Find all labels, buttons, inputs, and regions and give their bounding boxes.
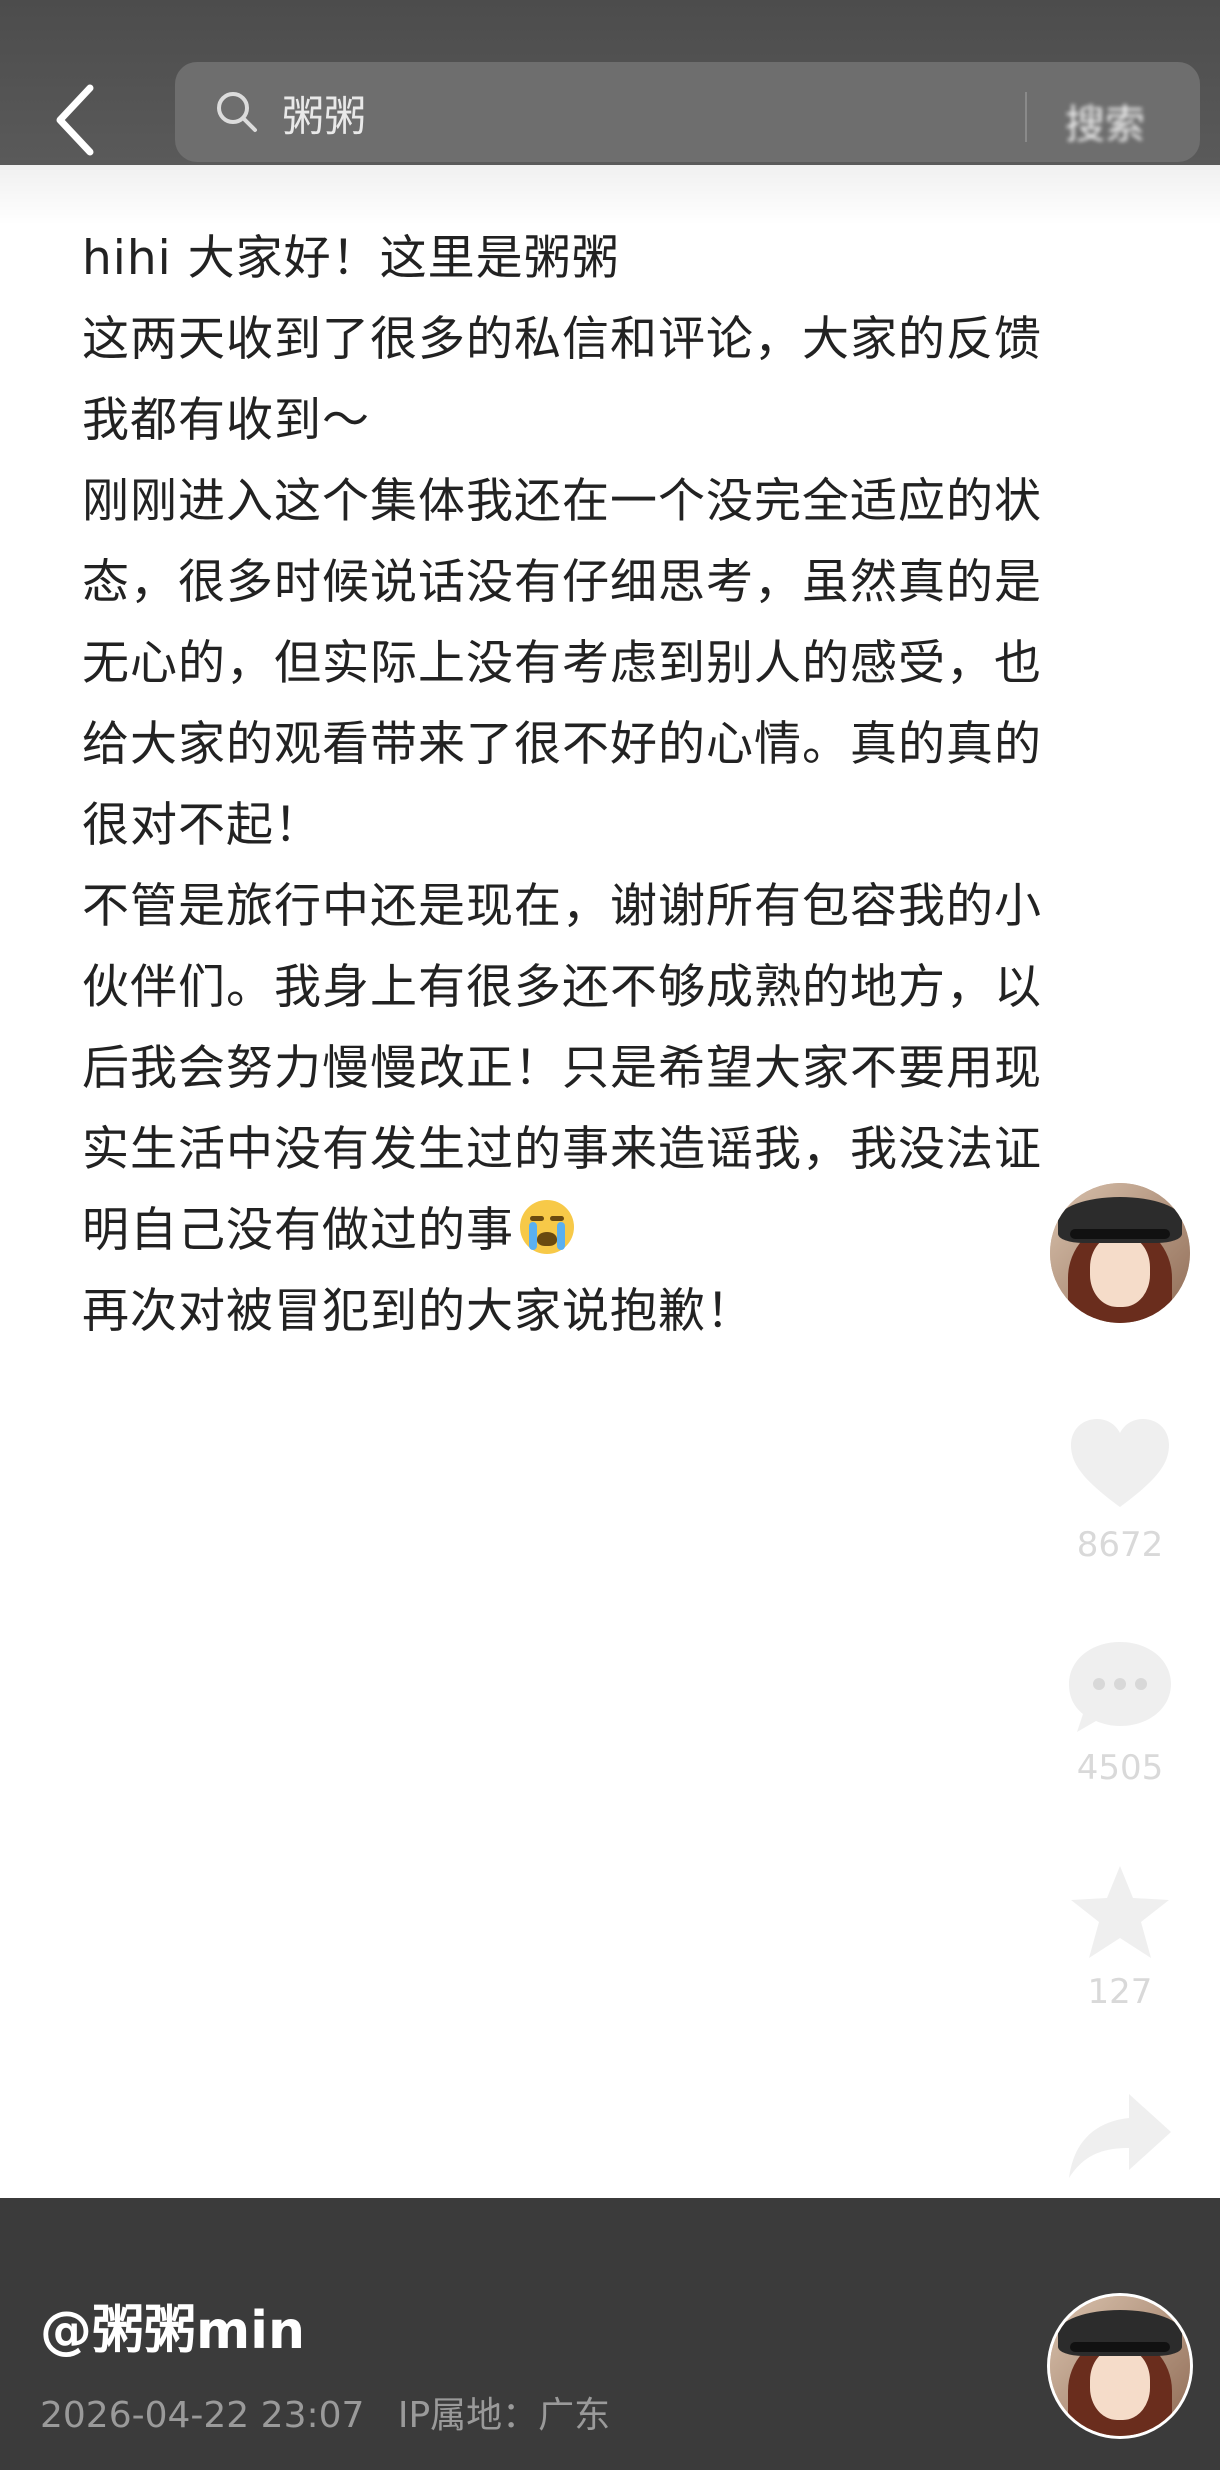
star-icon [1071, 1866, 1169, 1958]
post-line: 不管是旅行中还是现在，谢谢所有包容我的小 [82, 879, 1042, 934]
footer-bar: @粥粥min 2026-04-22 23:07 IP属地：广东 [0, 2198, 1220, 2470]
chevron-left-icon [56, 84, 94, 156]
post-line: 实生活中没有发生过的事来造谣我，我没法证 [82, 1122, 1042, 1177]
author-name[interactable]: @粥粥min [40, 2288, 305, 2363]
post-line: 态，很多时候说话没有仔细思考，虽然真的是 [82, 555, 1042, 610]
post-meta: 2026-04-22 23:07 IP属地：广东 [40, 2386, 610, 2438]
post-line: 这两天收到了很多的私信和评论，大家的反馈 [82, 312, 1042, 367]
search-input[interactable] [280, 82, 1134, 144]
post-line: hihi 大家好！这里是粥粥 [82, 231, 620, 286]
header-shadow [0, 165, 1220, 225]
favorite-count: 127 [1087, 1972, 1153, 2012]
post-line-with-emoji: 明自己没有做过的事 [82, 1190, 1142, 1271]
share-icon [1069, 2094, 1171, 2178]
like-count: 8672 [1076, 1525, 1164, 1565]
heart-icon [1071, 1419, 1169, 1507]
post-line: 后我会努力慢慢改正！只是希望大家不要用现 [82, 1041, 1042, 1096]
back-button[interactable] [52, 80, 112, 160]
top-bar: 搜索 [0, 0, 1220, 165]
like-button[interactable]: 8672 [1050, 1415, 1190, 1565]
post-line: 很对不起！ [82, 798, 322, 853]
post-line: 明自己没有做过的事 [82, 1203, 514, 1258]
comment-icon [1069, 1642, 1171, 1732]
post-line: 再次对被冒犯到的大家说抱歉！ [82, 1284, 754, 1339]
post-line: 给大家的观看带来了很不好的心情。真的真的 [82, 717, 1042, 772]
avatar [1050, 1183, 1190, 1323]
ip-location: IP属地：广东 [397, 2395, 611, 2436]
creator-avatar-side[interactable] [1050, 1183, 1190, 1323]
comment-count: 4505 [1076, 1748, 1164, 1788]
favorite-button[interactable]: 127 [1050, 1862, 1190, 2012]
post-text: hihi 大家好！这里是粥粥 这两天收到了很多的私信和评论，大家的反馈 我都有收… [82, 218, 1142, 1352]
search-button[interactable]: 搜索 [1065, 92, 1145, 150]
avatar [1050, 2296, 1190, 2436]
post-line: 我都有收到～ [82, 393, 370, 448]
post-line: 伙伴们。我身上有很多还不够成熟的地方，以 [82, 960, 1042, 1015]
post-line: 刚刚进入这个集体我还在一个没完全适应的状 [82, 474, 1042, 529]
search-icon [217, 92, 257, 132]
comment-button[interactable]: 4505 [1050, 1638, 1190, 1788]
footer-avatar[interactable] [1050, 2296, 1190, 2436]
search-bar[interactable]: 搜索 [175, 62, 1200, 162]
post-line: 无心的，但实际上没有考虑到别人的感受，也 [82, 636, 1042, 691]
search-divider [1025, 92, 1027, 142]
crying-face-icon [520, 1200, 574, 1254]
post-timestamp: 2026-04-22 23:07 [40, 2395, 365, 2436]
